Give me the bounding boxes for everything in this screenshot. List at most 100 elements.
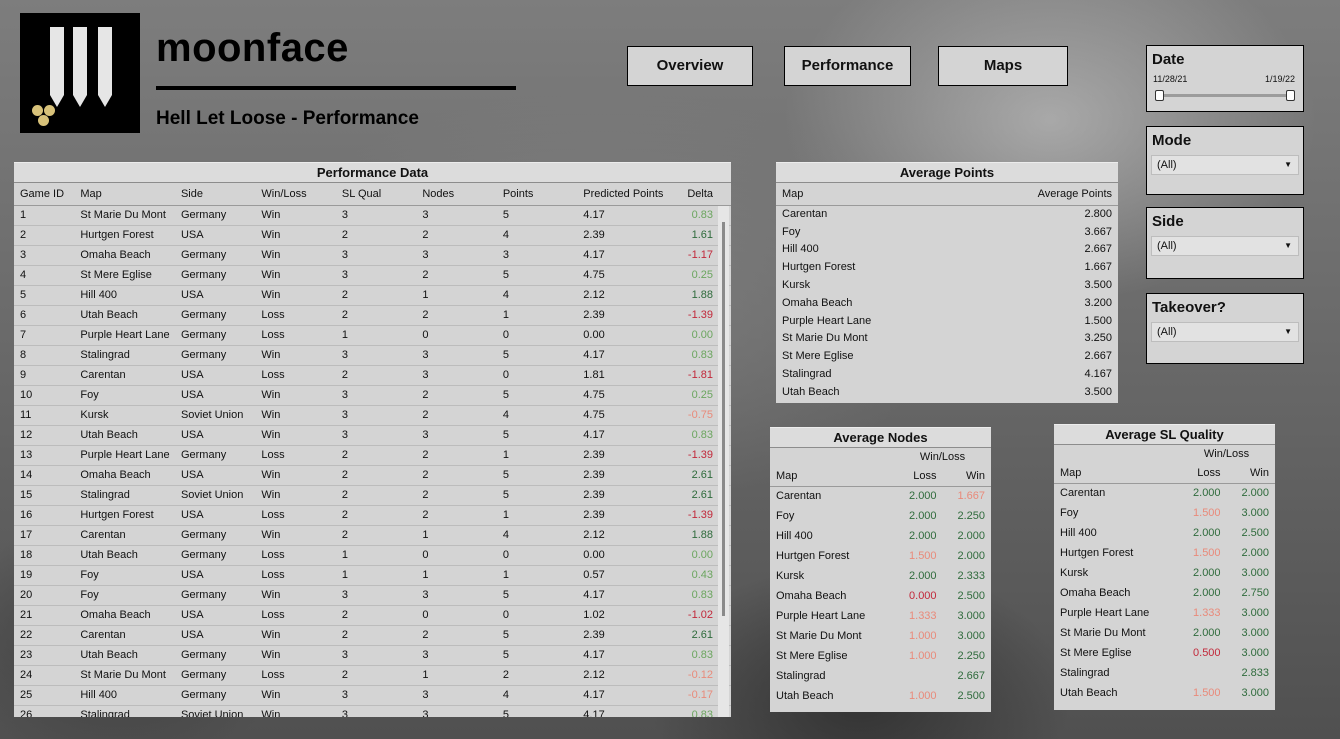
table-cell: Win (255, 265, 336, 286)
table-row[interactable]: 12 Utah Beach USA Win 3 3 5 4.17 0.83 (14, 425, 731, 446)
table-cell: Purple Heart Lane (782, 314, 872, 327)
nav-performance-button[interactable]: Performance (784, 46, 911, 86)
table-cell: St Mere Eglise (1060, 647, 1132, 659)
table-cell: 1.500 (1193, 507, 1221, 519)
table-cell: 25 (14, 685, 75, 706)
table-cell: 5 (496, 425, 578, 446)
table-cell: 4.75 (577, 405, 681, 426)
table-row[interactable]: 25 Hill 400 Germany Win 3 3 4 4.17 -0.17 (14, 685, 731, 706)
table-row[interactable]: 21 Omaha Beach USA Loss 2 0 0 1.02 -1.02 (14, 605, 731, 626)
date-slider-end-handle[interactable] (1286, 90, 1295, 101)
table-cell: 2.39 (577, 505, 681, 526)
column-header: Side (174, 183, 256, 206)
table-row[interactable]: 5 Hill 400 USA Win 2 1 4 2.12 1.88 (14, 285, 731, 306)
claw-mark-2 (73, 27, 87, 107)
table-cell: Soviet Union (174, 405, 256, 426)
scrollbar-thumb[interactable] (722, 222, 725, 616)
table-row[interactable]: 11 Kursk Soviet Union Win 3 2 4 4.75 -0.75 (14, 405, 731, 426)
table-cell: 4.167 (1084, 368, 1112, 381)
table-cell: 2 (416, 465, 497, 486)
table-row[interactable]: 6 Utah Beach Germany Loss 2 2 1 2.39 -1.39 (14, 305, 731, 326)
table-row[interactable]: 3 Omaha Beach Germany Win 3 3 3 4.17 -1.17 (14, 245, 731, 266)
date-range-slider[interactable] (1155, 88, 1295, 104)
mode-filter-title: Mode (1152, 132, 1192, 149)
mode-dropdown[interactable]: (All) ▼ (1151, 155, 1299, 175)
table-cell: 2.39 (577, 305, 681, 326)
date-slider-start-handle[interactable] (1155, 90, 1164, 101)
table-cell: 2 (416, 305, 497, 326)
side-dropdown[interactable]: (All) ▼ (1151, 236, 1299, 256)
average-sl-quality-panel: Average SL Quality Win/Loss Map Loss Win… (1054, 424, 1275, 710)
table-cell: Utah Beach (782, 385, 840, 398)
table-cell: 2.12 (577, 665, 681, 686)
table-row[interactable]: 16 Hurtgen Forest USA Loss 2 2 1 2.39 -1.39 (14, 505, 731, 526)
column-group-header: Win/Loss (1203, 448, 1250, 460)
table-cell: Loss (255, 565, 336, 586)
nav-overview-button[interactable]: Overview (627, 46, 753, 86)
table-cell: Foy (776, 510, 795, 522)
table-cell: 2.667 (1084, 350, 1112, 363)
date-filter: Date 11/28/21 1/19/22 (1146, 45, 1304, 112)
table-cell: Carentan (74, 625, 175, 646)
average-nodes-title: Average Nodes (770, 427, 991, 448)
table-cell: 6 (14, 305, 75, 326)
table-row[interactable]: 2 Hurtgen Forest USA Win 2 2 4 2.39 1.61 (14, 225, 731, 246)
table-row[interactable]: 20 Foy Germany Win 3 3 5 4.17 0.83 (14, 585, 731, 606)
table-row[interactable]: 13 Purple Heart Lane Germany Loss 2 2 1 2.39 -1.… (14, 445, 731, 466)
table-row[interactable]: 1 St Marie Du Mont Germany Win 3 3 5 4.17 0.83 (14, 205, 731, 226)
table-row[interactable]: 8 Stalingrad Germany Win 3 3 5 4.17 0.83 (14, 345, 731, 366)
column-group-header: Win/Loss (919, 451, 966, 463)
table-cell: Carentan (776, 490, 822, 503)
table-cell: 2.39 (577, 445, 681, 466)
takeover-dropdown[interactable]: (All) ▼ (1151, 322, 1299, 342)
column-header: Loss (894, 466, 943, 487)
table-cell: 2 (335, 305, 417, 326)
logo (20, 13, 140, 133)
table-row[interactable]: 26 Stalingrad Soviet Union Win 3 3 5 4.17 0.83 (14, 705, 731, 717)
table-row[interactable]: 10 Foy USA Win 3 2 5 4.75 0.25 (14, 385, 731, 406)
table-row[interactable]: 7 Purple Heart Lane Germany Loss 1 0 0 0.00 0.00 (14, 325, 731, 346)
table-row[interactable]: 9 Carentan USA Loss 2 3 0 1.81 -1.81 (14, 365, 731, 386)
dropdown-caret-icon: ▼ (1284, 327, 1292, 336)
average-sl-quality-title: Average SL Quality (1054, 424, 1275, 445)
table-row[interactable]: 19 Foy USA Loss 1 1 1 0.57 0.43 (14, 565, 731, 586)
table-cell: 2 (335, 525, 417, 546)
table-cell: Foy (782, 225, 801, 238)
table-row: Carentan 2.800 (776, 205, 1118, 223)
table-cell: Utah Beach (74, 545, 175, 566)
table-cell: Utah Beach (776, 690, 834, 702)
table-row[interactable]: 23 Utah Beach Germany Win 3 3 5 4.17 0.83 (14, 645, 731, 666)
table-cell: 4 (496, 525, 578, 546)
table-row: Stalingrad 2.833 (1054, 663, 1275, 683)
table-row[interactable]: 15 Stalingrad Soviet Union Win 2 2 5 2.39 2.61 (14, 485, 731, 506)
table-cell: 0 (416, 605, 497, 626)
table-cell: Foy (74, 385, 175, 406)
table-cell: Stalingrad (776, 670, 826, 682)
table-cell: Loss (255, 665, 336, 686)
table-cell: 4 (14, 265, 75, 286)
brand-name: moonface (156, 26, 349, 70)
column-header: Points (496, 183, 578, 206)
table-row[interactable]: 4 St Mere Eglise Germany Win 3 2 5 4.75 0.25 (14, 265, 731, 286)
brand-divider (156, 86, 516, 90)
nav-maps-button[interactable]: Maps (938, 46, 1068, 86)
table-cell: 3 (416, 345, 497, 366)
table-cell: 13 (14, 445, 75, 466)
table-cell: Germany (174, 525, 256, 546)
table-row[interactable]: 24 St Marie Du Mont Germany Loss 2 1 2 2.12 -0.1… (14, 665, 731, 686)
table-cell: 2 (416, 485, 497, 506)
table-cell: 2 (416, 405, 497, 426)
table-cell: 2.000 (957, 530, 985, 542)
average-nodes-panel: Average Nodes Win/Loss Map Loss Win Care… (770, 427, 991, 712)
table-cell: 19 (14, 565, 75, 586)
table-cell: Stalingrad (1060, 667, 1110, 679)
table-row[interactable]: 18 Utah Beach Germany Loss 1 0 0 0.00 0.00 (14, 545, 731, 566)
table-cell: 0.00 (577, 325, 681, 346)
table-cell: Hill 400 (74, 685, 175, 706)
table-cell (894, 666, 942, 686)
table-row[interactable]: 22 Carentan USA Win 2 2 5 2.39 2.61 (14, 625, 731, 646)
table-row[interactable]: 14 Omaha Beach USA Win 2 2 5 2.39 2.61 (14, 465, 731, 486)
table-row[interactable]: 17 Carentan Germany Win 2 1 4 2.12 1.88 (14, 525, 731, 546)
table-row: Foy 3.667 (776, 223, 1118, 241)
table-cell: 2 (416, 225, 497, 246)
